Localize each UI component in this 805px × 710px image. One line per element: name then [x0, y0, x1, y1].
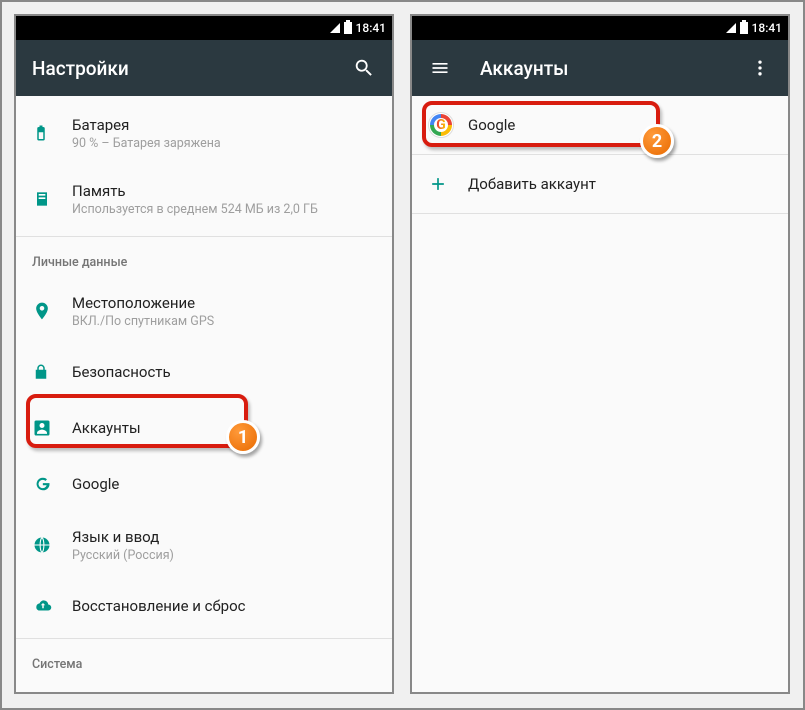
item-label: Безопасность: [72, 363, 376, 381]
signal-icon: [330, 23, 340, 33]
settings-item-google[interactable]: Google: [16, 456, 392, 512]
settings-item-battery[interactable]: Батарея 90 % – Батарея заряжена: [16, 100, 392, 166]
battery-item-icon: [32, 122, 72, 144]
settings-item-accounts[interactable]: Аккаунты: [16, 400, 392, 456]
item-sub: ВКЛ./По спутникам GPS: [72, 314, 376, 329]
battery-icon: [740, 22, 748, 34]
search-icon: [353, 57, 375, 79]
divider: [16, 236, 392, 237]
item-label: Память: [72, 182, 376, 200]
divider: [412, 154, 788, 155]
settings-item-language[interactable]: Язык и ввод Русский (Россия): [16, 512, 392, 578]
item-label: Аккаунты: [72, 419, 376, 437]
signal-icon: [726, 23, 736, 33]
appbar: Аккаунты: [412, 40, 788, 96]
item-label: Язык и ввод: [72, 528, 376, 546]
item-label: Google: [468, 116, 772, 134]
account-item-google[interactable]: Google: [412, 100, 788, 150]
phone-settings: 18:41 Настройки Батарея 90 % – Батарея з…: [14, 14, 394, 694]
google-icon: [32, 474, 72, 494]
add-account-item[interactable]: Добавить аккаунт: [412, 159, 788, 209]
search-button[interactable]: [352, 56, 376, 80]
menu-button[interactable]: [428, 56, 452, 80]
item-sub: 90 % – Батарея заряжена: [72, 136, 376, 151]
status-time: 18:41: [752, 21, 782, 35]
cloud-upload-icon: [32, 597, 72, 615]
item-label: Google: [72, 475, 376, 493]
settings-item-memory[interactable]: Память Используется в среднем 524 МБ из …: [16, 166, 392, 232]
settings-item-backup[interactable]: Восстановление и сброс: [16, 578, 392, 634]
appbar-title: Настройки: [32, 57, 352, 80]
section-system: Система: [16, 643, 392, 680]
lock-icon: [32, 362, 72, 382]
appbar-title: Аккаунты: [480, 57, 748, 80]
battery-icon: [344, 22, 352, 34]
more-vert-icon: [750, 58, 770, 78]
item-label: Добавить аккаунт: [468, 175, 772, 193]
item-sub: Русский (Россия): [72, 548, 376, 563]
location-icon: [32, 300, 72, 322]
settings-item-security[interactable]: Безопасность: [16, 344, 392, 400]
status-time: 18:41: [356, 21, 386, 35]
globe-icon: [32, 535, 72, 555]
settings-item-location[interactable]: Местоположение ВКЛ./По спутникам GPS: [16, 278, 392, 344]
overflow-button[interactable]: [748, 56, 772, 80]
status-bar: 18:41: [16, 16, 392, 40]
memory-icon: [32, 189, 72, 209]
hamburger-icon: [430, 58, 450, 78]
item-label: Местоположение: [72, 294, 376, 312]
divider: [16, 638, 392, 639]
person-icon: [32, 418, 72, 438]
section-personal: Личные данные: [16, 241, 392, 278]
google-logo-icon: [428, 112, 468, 138]
settings-list[interactable]: Батарея 90 % – Батарея заряжена Память И…: [16, 96, 392, 694]
accounts-list[interactable]: Google Добавить аккаунт: [412, 96, 788, 214]
settings-item-datetime[interactable]: Дата и время: [16, 680, 392, 694]
divider: [412, 213, 788, 214]
item-sub: Используется в среднем 524 МБ из 2,0 ГБ: [72, 202, 376, 217]
status-bar: 18:41: [412, 16, 788, 40]
item-label: Батарея: [72, 116, 376, 134]
phone-accounts: 18:41 Аккаунты Google Добавить аккаунт: [410, 14, 790, 694]
item-label: Восстановление и сброс: [72, 597, 376, 615]
plus-icon: [428, 174, 468, 194]
appbar: Настройки: [16, 40, 392, 96]
